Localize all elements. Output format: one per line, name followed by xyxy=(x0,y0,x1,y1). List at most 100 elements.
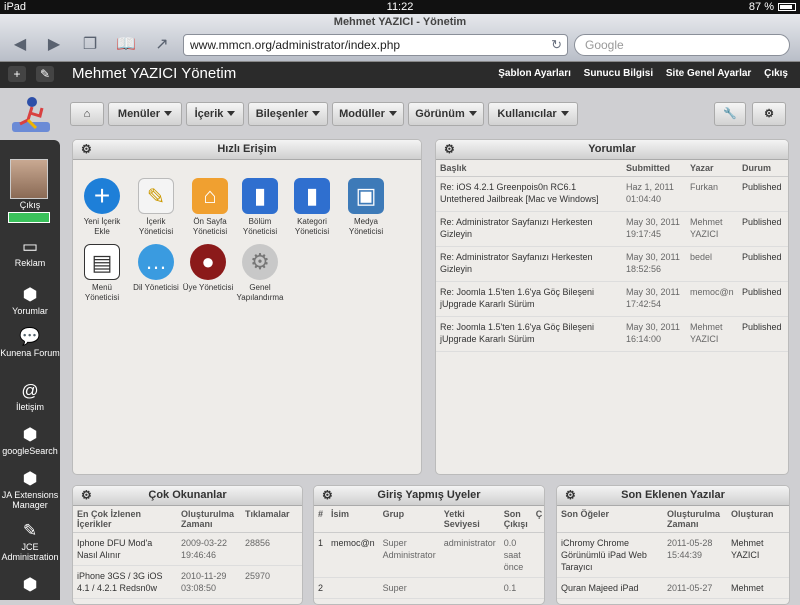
home-icon: ⌂ xyxy=(83,108,91,120)
sidebar-item-iletisim[interactable]: @ İletişim xyxy=(0,380,60,412)
table-row[interactable]: Re: Joomla 1.5'ten 1.6'ya Göç Bileşeni j… xyxy=(436,316,788,352)
sidebar-item-ja-extensions[interactable]: ⬢ JA Extensions Manager xyxy=(0,468,60,510)
table-row[interactable]: Re: Administrator Sayfanızı Herkesten Gi… xyxy=(436,246,788,282)
joomla-logo-icon xyxy=(12,97,50,132)
global-settings-link[interactable]: Site Genel Ayarlar xyxy=(666,68,751,79)
sidebar-item-jce[interactable]: ✎ JCE Administration xyxy=(0,520,60,562)
column-header: Grup xyxy=(378,506,440,533)
gear-icon[interactable]: ⚙ xyxy=(565,486,576,505)
menu-content[interactable]: İçerik xyxy=(186,102,244,126)
table-row[interactable]: Re: Administrator Sayfanızı Herkesten Gi… xyxy=(436,211,788,247)
table-row[interactable]: Iphone DFU Mod'a Nasıl Alınır 2009-03-22 … xyxy=(73,532,302,566)
menu-modules[interactable]: Modüller xyxy=(332,102,404,126)
panel-title: Hızlı Erişim xyxy=(217,143,277,155)
sidebar-item-yorumlar[interactable]: ⬢ Yorumlar xyxy=(0,284,60,316)
forward-icon[interactable]: ▶ xyxy=(42,35,66,55)
table-row[interactable]: 1 memoc@n Super Administrator administrator… xyxy=(314,532,544,578)
quick-menu-manager[interactable]: ▤ Menü Yöneticisi xyxy=(75,244,129,303)
speech-bubble-icon: 💬 xyxy=(19,327,41,346)
sidebar-item-googlesearch[interactable]: ⬢ googleSearch xyxy=(0,424,60,456)
battery-icon xyxy=(778,3,796,11)
house-icon: ⌂ xyxy=(192,178,228,214)
edit-icon[interactable]: ✎ xyxy=(36,66,54,82)
server-info-link[interactable]: Sunucu Bilgisi xyxy=(584,68,653,79)
pencil-icon: ✎ xyxy=(22,521,38,540)
bookmarks-icon[interactable]: 📖 xyxy=(114,35,138,55)
cube-icon: ⬢ xyxy=(22,425,38,444)
column-header: Yazar xyxy=(686,160,738,177)
gear-icon[interactable]: ⚙ xyxy=(444,140,455,159)
table-row[interactable]: iPhone 3GS / 3G iOS 4.1 / 4.2.1 Redsn0w 2… xyxy=(73,565,302,599)
back-icon[interactable]: ◀ xyxy=(8,35,32,55)
cube-icon: ⬢ xyxy=(22,575,38,594)
table-row[interactable]: Quran Majeed iPad 2011-05-27 Mehmet xyxy=(557,577,789,599)
tools-button[interactable]: 🔧 xyxy=(714,102,746,126)
battery-indicator: 87 % xyxy=(749,0,796,14)
quick-language-manager[interactable]: … Dil Yöneticisi xyxy=(129,244,183,293)
quick-category-manager[interactable]: ▮ Kategori Yöneticisi xyxy=(285,178,339,237)
avatar[interactable] xyxy=(10,159,48,199)
column-header: Yetki Seviyesi xyxy=(439,506,500,533)
table-row[interactable]: iChromy Chrome Görünümlü iPad Web Tarayı… xyxy=(557,532,789,578)
quick-user-manager[interactable]: ● Üye Yöneticisi xyxy=(181,244,235,293)
main-menu: ⌂ Menüler İçerik Bileşenler Modüller Gör… xyxy=(70,100,790,128)
column-header: Başlık xyxy=(436,160,622,177)
gear-icon[interactable]: ⚙ xyxy=(81,486,92,505)
status-bar-indicator xyxy=(8,212,50,223)
template-settings-link[interactable]: Şablon Ayarları xyxy=(498,68,571,79)
table-row[interactable]: Re: iOS 4.2.1 Greenpois0n RC6.1 Untether… xyxy=(436,176,788,212)
quick-section-manager[interactable]: ▮ Bölüm Yöneticisi xyxy=(233,178,287,237)
reload-icon[interactable]: ↻ xyxy=(551,35,562,55)
recent-articles-table: Son Öğeler Oluşturulma Zamanı Oluşturan … xyxy=(557,506,789,599)
chevron-down-icon xyxy=(468,111,477,116)
menu-users[interactable]: Kullanıcılar xyxy=(488,102,578,126)
chevron-down-icon xyxy=(560,111,569,116)
column-header: # xyxy=(314,506,328,533)
menu-menus[interactable]: Menüler xyxy=(108,102,182,126)
column-header: Tıklamalar xyxy=(241,506,302,533)
tabs-icon[interactable]: ❐ xyxy=(78,35,102,55)
quick-global-config[interactable]: ⚙ Genel Yapılandırma xyxy=(233,244,287,303)
speech-bubble-icon: … xyxy=(138,244,174,280)
cube-icon: ⬢ xyxy=(22,285,38,304)
sidebar-item-reklam[interactable]: ▭ Reklam xyxy=(0,236,60,268)
quick-article-manager[interactable]: ✎ İçerik Yöneticisi xyxy=(129,178,183,237)
quick-media-manager[interactable]: ▣ Medya Yöneticisi xyxy=(339,178,393,237)
gear-icon[interactable]: ⚙ xyxy=(81,140,92,159)
page-title: Mehmet YAZICI - Yönetim xyxy=(333,16,467,28)
panel-title: Yorumlar xyxy=(588,143,636,155)
quick-frontpage-manager[interactable]: ⌂ Ön Sayfa Yöneticisi xyxy=(183,178,237,237)
gear-icon[interactable]: ⚙ xyxy=(322,486,333,505)
ios-status-bar: iPad 11:22 87 % xyxy=(0,0,800,14)
gear-icon: ⚙ xyxy=(764,108,774,120)
logout-label[interactable]: Çıkış xyxy=(0,200,60,210)
sidebar-item-kunena[interactable]: 💬 Kunena Forum xyxy=(0,326,60,358)
cube-icon: ⬢ xyxy=(22,469,38,488)
folder-icon: ▮ xyxy=(242,178,278,214)
table-row[interactable]: Re: Joomla 1.5'ten 1.6'ya Göç Bileşeni j… xyxy=(436,281,788,317)
folder-icon: ▮ xyxy=(294,178,330,214)
logged-users-table: # İsim Grup Yetki Seviyesi Son Çıkışı Ç … xyxy=(314,506,544,599)
settings-button[interactable]: ⚙ xyxy=(752,102,786,126)
column-header: Son Öğeler xyxy=(557,506,663,533)
add-icon[interactable]: + xyxy=(8,66,26,82)
quick-new-article[interactable]: + Yeni İçerik Ekle xyxy=(75,178,129,237)
popular-table: En Çok İzlenen İçerikler Oluşturulma Zam… xyxy=(73,506,302,599)
menu-appearance[interactable]: Görünüm xyxy=(408,102,484,126)
logout-link[interactable]: Çıkış xyxy=(764,68,788,79)
site-brand: Mehmet YAZICI Yönetim xyxy=(72,65,237,82)
panel-title: Çok Okunanlar xyxy=(148,489,227,501)
share-icon[interactable]: ↗ xyxy=(150,35,174,55)
address-bar[interactable]: www.mmcn.org/administrator/index.php ↻ xyxy=(183,34,568,56)
panel-title: Son Eklenen Yazılar xyxy=(621,489,725,501)
browser-toolbar: Mehmet YAZICI - Yönetim ◀ ▶ ❐ 📖 ↗ www.mm… xyxy=(0,14,800,62)
menu-components[interactable]: Bileşenler xyxy=(248,102,328,126)
column-header: Oluşturulma Zamanı xyxy=(177,506,241,533)
window-icon: ▤ xyxy=(84,244,120,280)
table-row[interactable]: 2 Super 0.1 xyxy=(314,577,544,599)
search-input[interactable]: Google xyxy=(574,34,790,56)
presentation-icon: ▭ xyxy=(21,237,39,256)
home-button[interactable]: ⌂ xyxy=(70,102,104,126)
gear-icon: ⚙ xyxy=(242,244,278,280)
sidebar-item-more[interactable]: ⬢ xyxy=(0,574,60,596)
